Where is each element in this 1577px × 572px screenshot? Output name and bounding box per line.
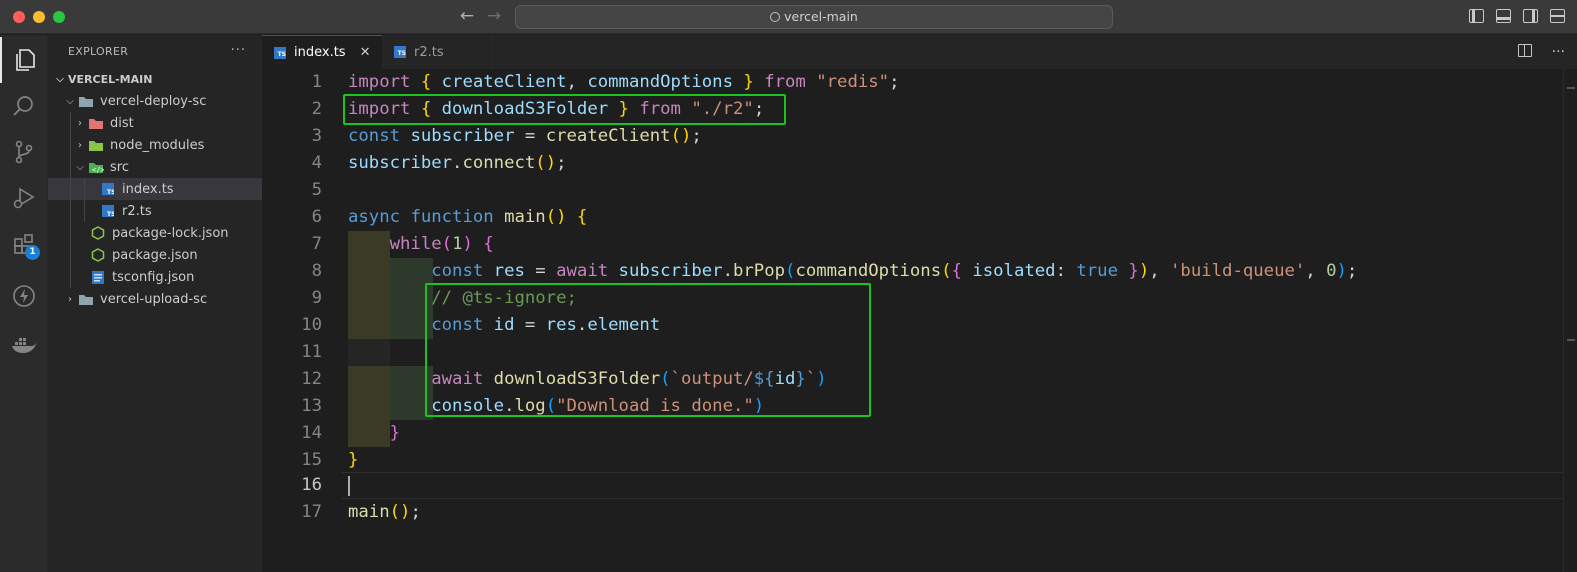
text-cursor	[348, 476, 350, 496]
close-tab-icon[interactable]: ✕	[360, 45, 371, 60]
node-json-icon	[90, 226, 106, 240]
chevron-right-icon: ›	[78, 139, 82, 151]
tab-label: index.ts	[294, 45, 346, 60]
editor-scrollbar[interactable]	[1563, 69, 1577, 572]
typescript-file-icon: TS	[274, 46, 286, 59]
split-editor-icon[interactable]	[1517, 44, 1532, 57]
back-arrow-icon[interactable]: ←	[457, 6, 477, 26]
search-icon	[770, 12, 781, 22]
tree-item-vercel-upload-sc[interactable]: › vercel-upload-sc	[48, 288, 262, 310]
typescript-file-icon: TS	[100, 182, 116, 196]
customize-layout-icon[interactable]	[1550, 9, 1565, 23]
folder-open-icon	[78, 94, 94, 108]
forward-arrow-icon[interactable]: →	[484, 6, 504, 26]
extensions-icon[interactable]: 1	[0, 221, 48, 267]
explorer-icon[interactable]	[0, 37, 48, 83]
title-bar: ← → vercel-main	[0, 0, 1577, 34]
code-line: const subscriber = createClient();	[348, 126, 702, 146]
toggle-panel-icon[interactable]	[1496, 9, 1511, 23]
chevron-down-icon: ⌵	[66, 95, 74, 107]
tree-root[interactable]: ⌵ VERCEL-MAIN	[48, 68, 262, 90]
folder-icon	[78, 292, 94, 306]
tab-index-ts[interactable]: TS index.ts ✕	[262, 35, 382, 69]
editor-tabs: TS index.ts ✕ TS r2.ts ···	[262, 35, 1577, 69]
source-control-icon[interactable]	[0, 129, 48, 175]
code-line: subscriber.connect();	[348, 153, 567, 173]
tree-item-r2-ts[interactable]: TS r2.ts	[48, 200, 262, 222]
tree-item-label: package.json	[112, 247, 198, 263]
tree-item-package-json[interactable]: package.json	[48, 244, 262, 266]
tree-item-label: r2.ts	[122, 203, 152, 219]
explorer-sidebar: EXPLORER ··· ⌵ VERCEL-MAIN ⌵ vercel-depl…	[48, 35, 262, 572]
command-center-search[interactable]: vercel-main	[515, 5, 1113, 29]
more-actions-icon[interactable]: ···	[231, 43, 246, 58]
chevron-right-icon: ›	[78, 117, 82, 129]
activity-bar: 1	[0, 35, 48, 572]
explorer-title: EXPLORER	[68, 45, 129, 58]
tree-item-label: index.ts	[122, 181, 174, 197]
dist-folder-icon	[88, 116, 104, 130]
tree-item-dist[interactable]: › dist	[48, 112, 262, 134]
code-line: async function main() {	[348, 207, 588, 227]
tree-root-label: VERCEL-MAIN	[68, 72, 153, 86]
minimize-window-button[interactable]	[33, 11, 45, 23]
tree-item-src[interactable]: ⌵ </> src	[48, 156, 262, 178]
src-folder-icon: </>	[88, 160, 104, 174]
node-json-icon	[90, 248, 106, 262]
typescript-file-icon: TS	[394, 46, 406, 58]
lightning-icon[interactable]	[0, 273, 48, 319]
tree-item-label: vercel-upload-sc	[100, 291, 208, 307]
code-editor[interactable]: 1 2 3 4 5 6 7 8 9 10 11 12 13 14 15 16 1…	[262, 69, 1577, 572]
code-line: while(1) {	[389, 234, 494, 254]
line-number: 5	[311, 180, 322, 200]
tree-item-node-modules[interactable]: › node_modules	[48, 134, 262, 156]
more-actions-icon[interactable]: ···	[1552, 44, 1565, 60]
chevron-down-icon: ⌵	[76, 161, 84, 173]
extensions-badge: 1	[25, 245, 40, 260]
tree-item-label: tsconfig.json	[112, 269, 195, 285]
line-number: 11	[301, 342, 322, 362]
typescript-file-icon: TS	[100, 204, 116, 218]
code-line: main();	[348, 502, 421, 522]
tree-item-index-ts[interactable]: TS index.ts	[48, 178, 262, 200]
chevron-right-icon: ›	[68, 293, 72, 305]
code-line: import { createClient, commandOptions } …	[348, 72, 900, 92]
tree-item-label: vercel-deploy-sc	[100, 93, 207, 109]
tree-item-vercel-deploy-sc[interactable]: ⌵ vercel-deploy-sc	[48, 90, 262, 112]
tree-item-label: dist	[110, 115, 134, 131]
search-text: vercel-main	[784, 9, 858, 24]
run-and-debug-icon[interactable]	[0, 175, 48, 221]
tree-item-label: src	[110, 159, 129, 175]
toggle-secondary-sidebar-icon[interactable]	[1523, 9, 1538, 23]
highlight-box-body	[425, 283, 871, 417]
tsconfig-file-icon	[90, 270, 106, 284]
svg-text:</>: </>	[92, 166, 104, 174]
tree-item-package-lock-json[interactable]: package-lock.json	[48, 222, 262, 244]
tree-item-label: node_modules	[110, 137, 205, 153]
chevron-down-icon: ⌵	[56, 73, 64, 85]
code-line: const res = await subscriber.brPop(comma…	[431, 261, 1358, 281]
svg-text:TS: TS	[107, 211, 114, 217]
docker-icon[interactable]	[0, 323, 48, 369]
tab-label: r2.ts	[414, 44, 444, 60]
code-line: }	[348, 450, 359, 470]
svg-text:TS: TS	[107, 189, 114, 195]
explorer-header: EXPLORER ···	[48, 35, 262, 68]
tree-item-label: package-lock.json	[112, 225, 229, 241]
line-number: 16	[301, 475, 322, 495]
tab-r2-ts[interactable]: TS r2.ts	[382, 35, 492, 69]
maximize-window-button[interactable]	[53, 11, 65, 23]
search-icon[interactable]	[0, 83, 48, 129]
node-folder-icon	[88, 138, 104, 152]
code-line: }	[389, 423, 401, 443]
highlight-box-import	[343, 94, 786, 125]
toggle-primary-sidebar-icon[interactable]	[1469, 9, 1484, 23]
tree-item-tsconfig-json[interactable]: tsconfig.json	[48, 266, 262, 288]
close-window-button[interactable]	[13, 11, 25, 23]
